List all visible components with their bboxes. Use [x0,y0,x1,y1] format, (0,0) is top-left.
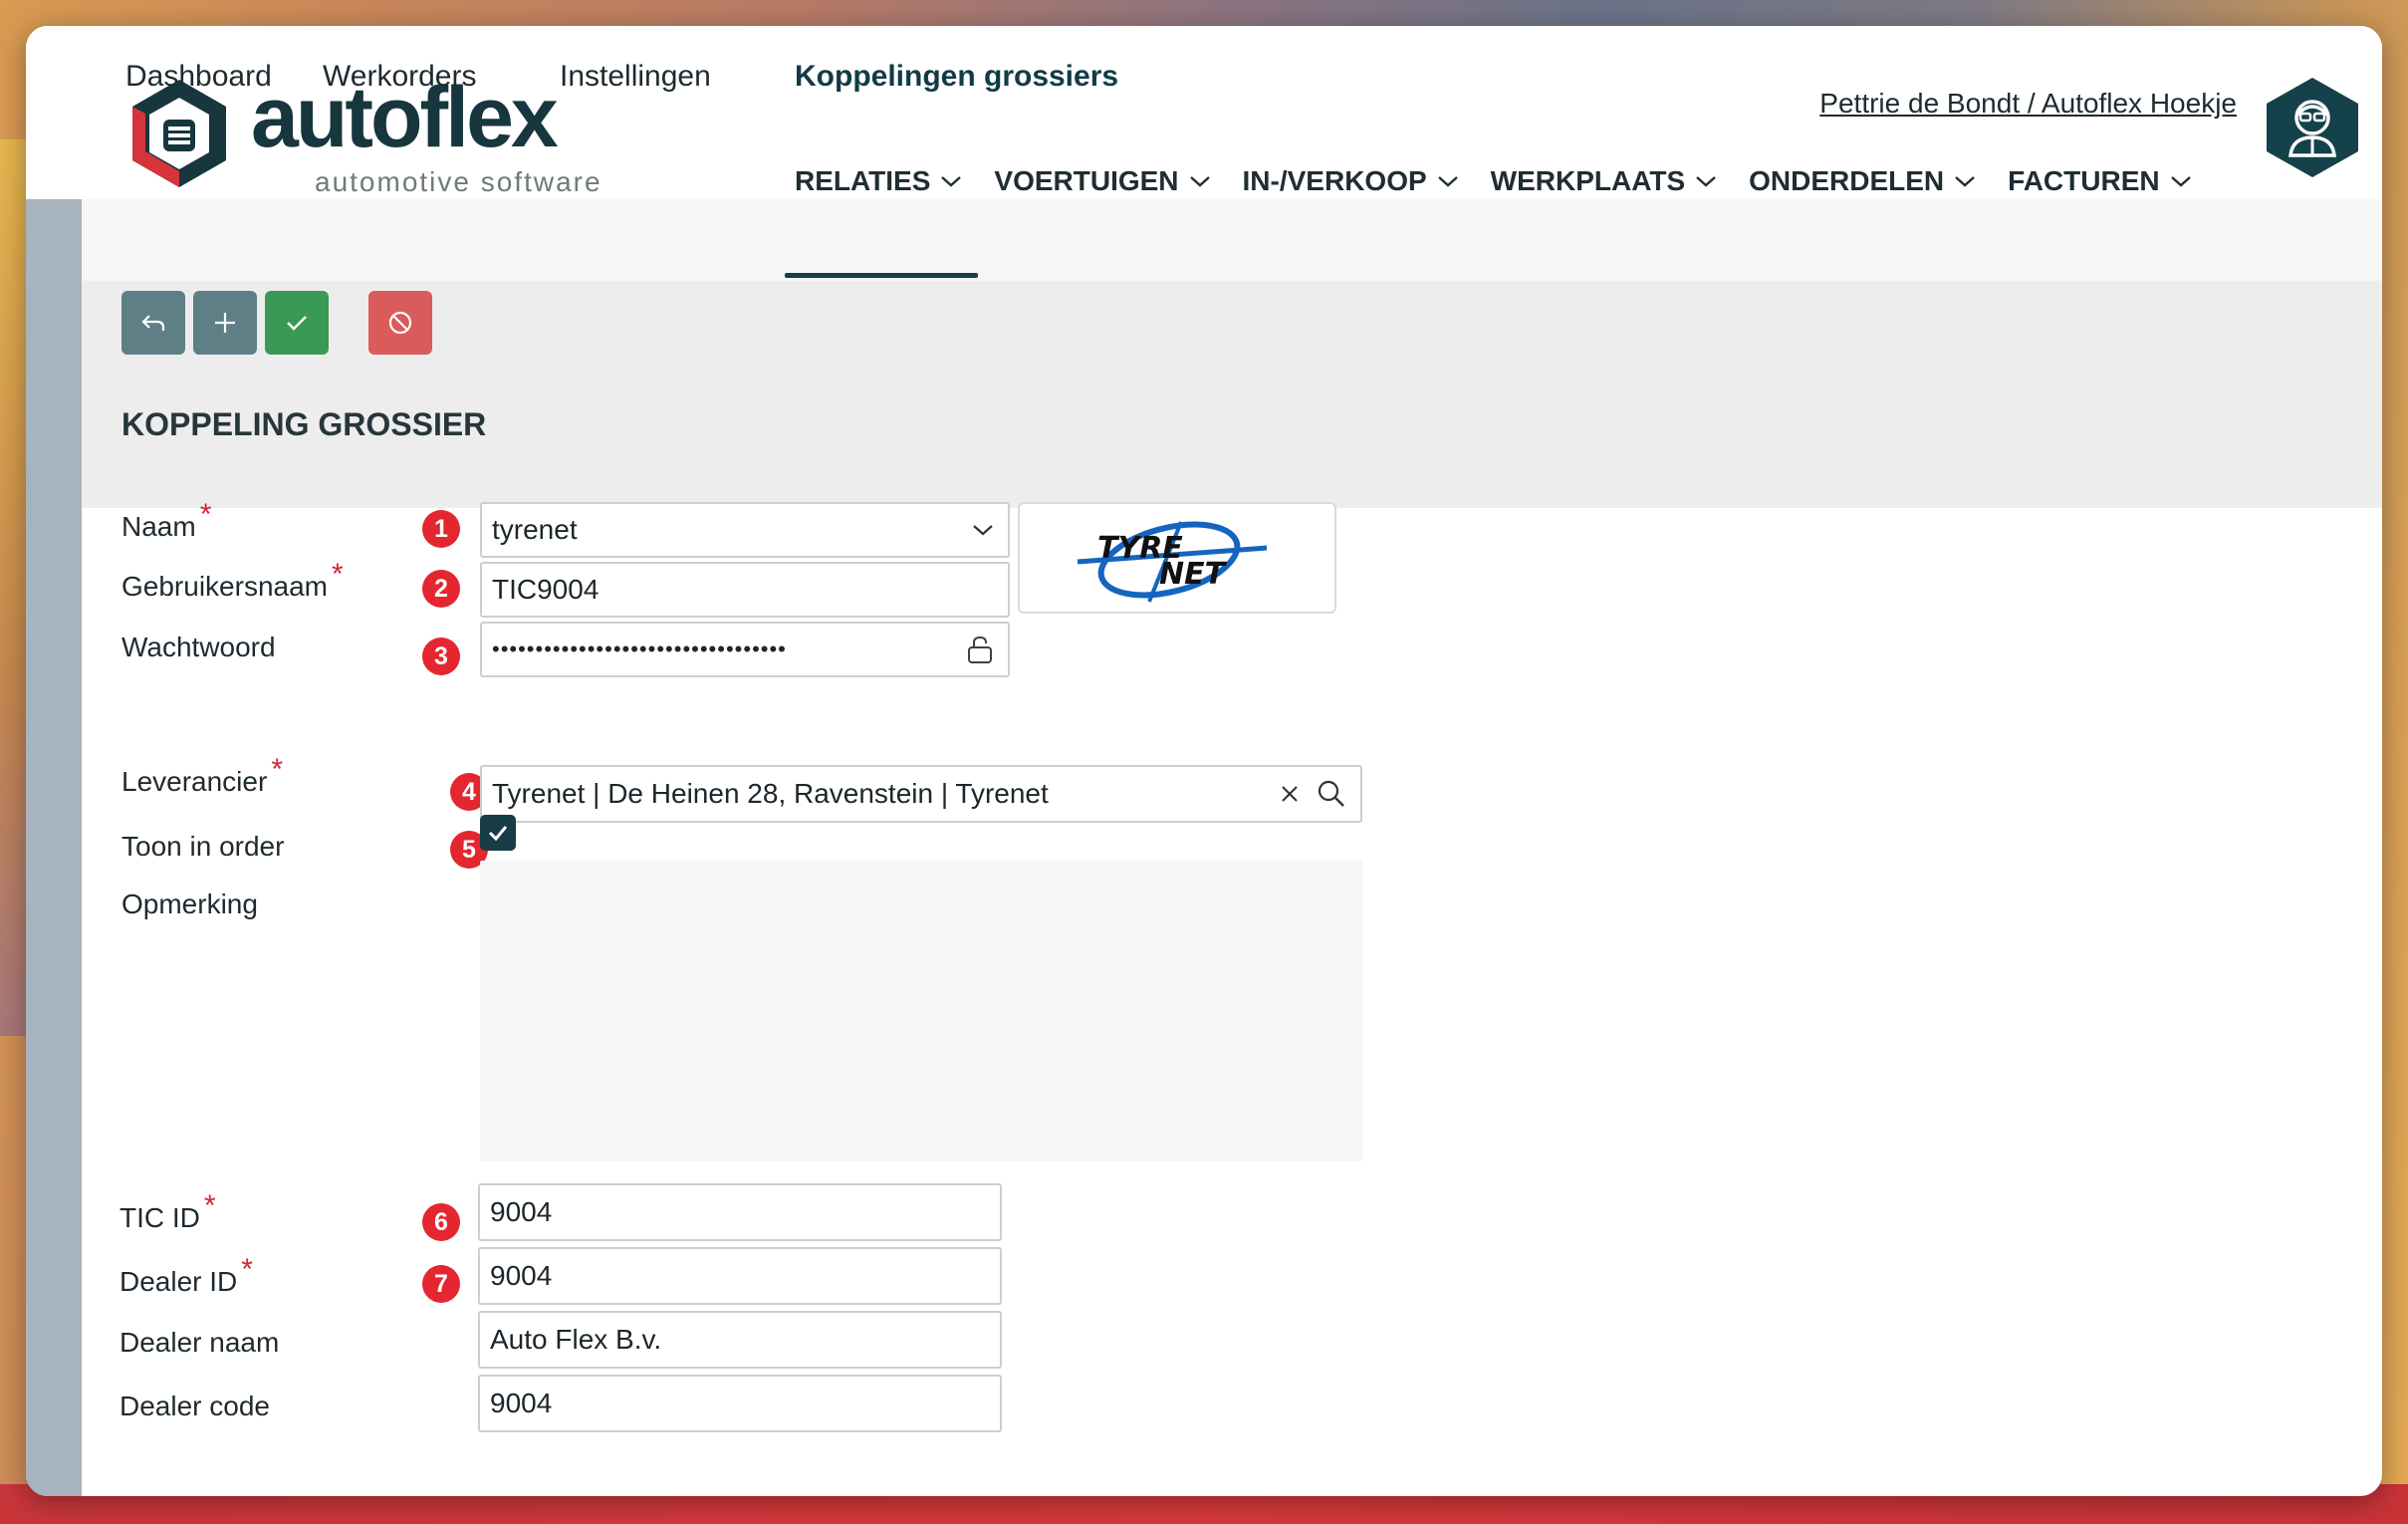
tab-werkorders[interactable]: Werkorders [323,60,476,94]
chevron-down-icon [1437,176,1458,187]
annotation-badge-6: 6 [422,1203,460,1241]
chevron-down-icon [1696,176,1716,187]
logo-subtitle: automotive software [315,166,602,197]
undo-icon [141,315,165,331]
dealer-naam-input[interactable]: Auto Flex B.v. [478,1311,1002,1369]
nav-label: WERKPLAATS [1490,165,1686,196]
opmerking-label: Opmerking [121,889,258,919]
user-avatar-icon[interactable] [2263,76,2362,179]
nav-facturen[interactable]: FACTUREN [2008,165,2191,197]
nav-onderdelen[interactable]: ONDERDELEN [1749,165,1976,197]
dealer-code-input[interactable]: 9004 [478,1375,1002,1432]
sub-navigation [82,199,2382,281]
opmerking-textarea[interactable] [480,861,1362,1161]
supplier-logo-line2: NET [1159,557,1228,592]
chevron-down-icon [973,525,993,536]
lock-open-icon[interactable] [966,635,994,664]
required-marker: * [331,558,344,591]
top-navigation: RELATIES VOERTUIGEN IN-/VERKOOP WERKPLAA… [795,165,2224,197]
nav-label: FACTUREN [2008,165,2160,196]
left-sidebar-rail [26,199,82,1496]
tyrenet-logo-icon: TYRE NET [1077,521,1268,603]
dealer-code-value: 9004 [490,1388,553,1418]
dealer-naam-label: Dealer naam [120,1327,280,1358]
nav-in-verkoop[interactable]: IN-/VERKOOP [1243,165,1459,197]
app-header: autoflex automotive software Pettrie de … [26,26,2382,199]
tab-koppelingen-grossiers[interactable]: Koppelingen grossiers [795,60,1118,94]
user-account-link[interactable]: Pettrie de Bondt / Autoflex Hoekje [1819,88,2237,120]
tic-id-input[interactable]: 9004 [478,1183,1002,1241]
leverancier-label: Leverancier * [121,753,283,799]
dealer-code-label: Dealer code [120,1391,270,1421]
dealer-id-value: 9004 [490,1260,553,1291]
supplier-logo: TYRE NET [1018,502,1336,614]
app-window: autoflex automotive software Pettrie de … [26,26,2382,1496]
nav-label: VOERTUIGEN [994,165,1179,196]
toon-in-order-label: Toon in order [121,831,285,862]
tic-id-label-text: TIC ID [120,1202,200,1233]
required-marker: * [241,1253,253,1286]
desktop-background [0,139,26,1036]
block-icon [388,311,412,335]
active-tab-indicator [785,273,978,278]
annotation-badge-7: 7 [422,1265,460,1303]
nav-label: RELATIES [795,165,931,196]
naam-select-value: tyrenet [492,514,578,545]
required-marker: * [203,1189,216,1222]
toon-in-order-checkbox[interactable] [480,815,516,851]
naam-select[interactable]: tyrenet [480,502,1010,558]
gebruikersnaam-input[interactable]: TIC9004 [480,562,1010,618]
nav-werkplaats[interactable]: WERKPLAATS [1491,165,1717,197]
dealer-id-label: Dealer ID * [120,1253,253,1299]
naam-label-text: Naam [121,511,196,542]
gebruikersnaam-value: TIC9004 [492,574,600,605]
annotation-badge-2: 2 [422,570,460,608]
clear-icon[interactable] [1279,783,1301,805]
section-title: KOPPELING GROSSIER [121,406,487,442]
checkmark-icon [488,826,508,842]
check-icon [287,316,307,331]
nav-label: ONDERDELEN [1749,165,1945,196]
tic-id-label: TIC ID * [120,1189,216,1235]
back-button[interactable] [121,291,185,355]
leverancier-value: Tyrenet | De Heinen 28, Ravenstein | Tyr… [492,778,1049,809]
search-icon[interactable] [1317,779,1346,809]
dealer-id-input[interactable]: 9004 [478,1247,1002,1305]
chevron-down-icon [941,176,962,187]
naam-label: Naam * [121,498,211,544]
tic-id-value: 9004 [490,1196,553,1227]
chevron-down-icon [1955,176,1975,187]
nav-voertuigen[interactable]: VOERTUIGEN [994,165,1210,197]
nav-label: IN-/VERKOOP [1242,165,1427,196]
leverancier-label-text: Leverancier [121,766,268,797]
add-button[interactable] [193,291,257,355]
nav-relaties[interactable]: RELATIES [795,165,962,197]
annotation-badge-1: 1 [422,510,460,548]
tab-dashboard[interactable]: Dashboard [125,60,272,94]
cancel-button[interactable] [368,291,432,355]
dealer-id-label-text: Dealer ID [120,1266,238,1297]
wachtwoord-label-text: Wachtwoord [121,632,276,662]
annotation-badge-3: 3 [422,637,460,675]
save-button[interactable] [265,291,329,355]
wachtwoord-label: Wachtwoord [121,632,276,663]
wachtwoord-value: •••••••••••••••••••••••••••••••••• [492,636,787,661]
dealer-naam-value: Auto Flex B.v. [490,1324,662,1355]
gebruikersnaam-label-text: Gebruikersnaam [121,571,328,602]
gebruikersnaam-label: Gebruikersnaam * [121,558,344,604]
plus-icon [215,313,235,333]
chevron-down-icon [1189,176,1210,187]
required-marker: * [271,753,283,786]
required-marker: * [199,498,212,531]
tab-instellingen[interactable]: Instellingen [560,60,711,94]
leverancier-lookup[interactable]: Tyrenet | De Heinen 28, Ravenstein | Tyr… [480,765,1362,823]
wachtwoord-input[interactable]: •••••••••••••••••••••••••••••••••• [480,622,1010,677]
chevron-down-icon [2170,176,2191,187]
